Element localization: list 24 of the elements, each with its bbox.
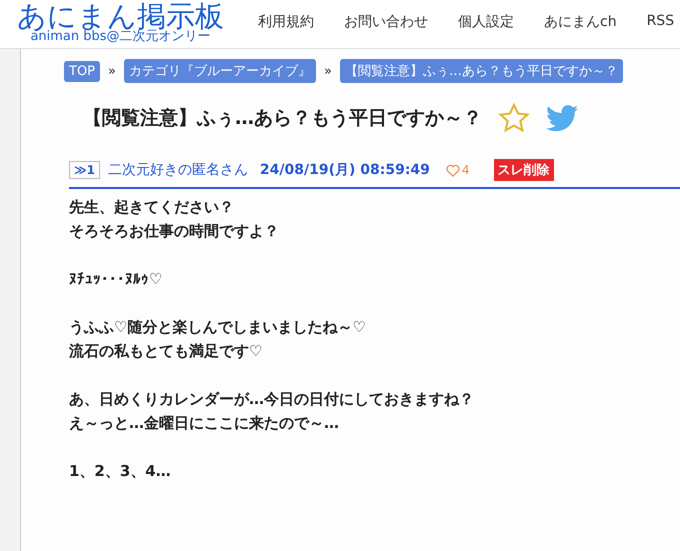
- breadcrumb-link[interactable]: カテゴリ『ブルーアーカイブ』: [124, 59, 316, 83]
- post-paragraph: 1、2、3、4…: [69, 461, 172, 482]
- breadcrumb-link[interactable]: TOP: [64, 60, 100, 82]
- thread-title: 【閲覧注意】ふぅ…あら？もう平日ですか～？: [83, 106, 482, 131]
- post-paragraph: ﾇﾁｭｯ･･･ﾇﾙｩ♡: [69, 269, 164, 290]
- nav-link[interactable]: あにまんch: [529, 13, 632, 31]
- nav-link[interactable]: お問い合わせ: [329, 13, 443, 31]
- nav-link[interactable]: 個人設定: [443, 13, 529, 31]
- post-paragraph: 先生、起きてください？ そろそろお仕事の時間ですよ？: [69, 197, 280, 242]
- delete-button[interactable]: スレ削除: [494, 159, 554, 181]
- star-icon[interactable]: [498, 103, 530, 133]
- reply-anchor[interactable]: ≫1: [69, 161, 100, 179]
- nav-link[interactable]: 利用規約: [243, 13, 329, 31]
- post-paragraph: あ、日めくりカレンダーが…今日の日付にしておきますね？ え～っと…金曜日にここに来たので～…: [69, 389, 475, 434]
- site-subtitle: animan bbs@二次元オンリー: [30, 30, 211, 44]
- nav-link[interactable]: RSS: [632, 13, 680, 31]
- poster-name: 二次元好きの匿名さん: [108, 161, 248, 179]
- heart-icon: [446, 164, 460, 176]
- breadcrumb-separator: »: [108, 64, 116, 78]
- breadcrumb-separator: »: [324, 64, 332, 78]
- breadcrumb-link[interactable]: 【閲覧注意】ふぅ…あら？もう平日ですか～？: [340, 59, 623, 83]
- post-paragraph: うふふ♡随分と楽しんでしまいましたね～♡ 流石の私もとても満足です♡: [69, 317, 367, 362]
- post-date: 24/08/19(月) 08:59:49: [260, 161, 430, 179]
- bird-icon[interactable]: [546, 104, 578, 132]
